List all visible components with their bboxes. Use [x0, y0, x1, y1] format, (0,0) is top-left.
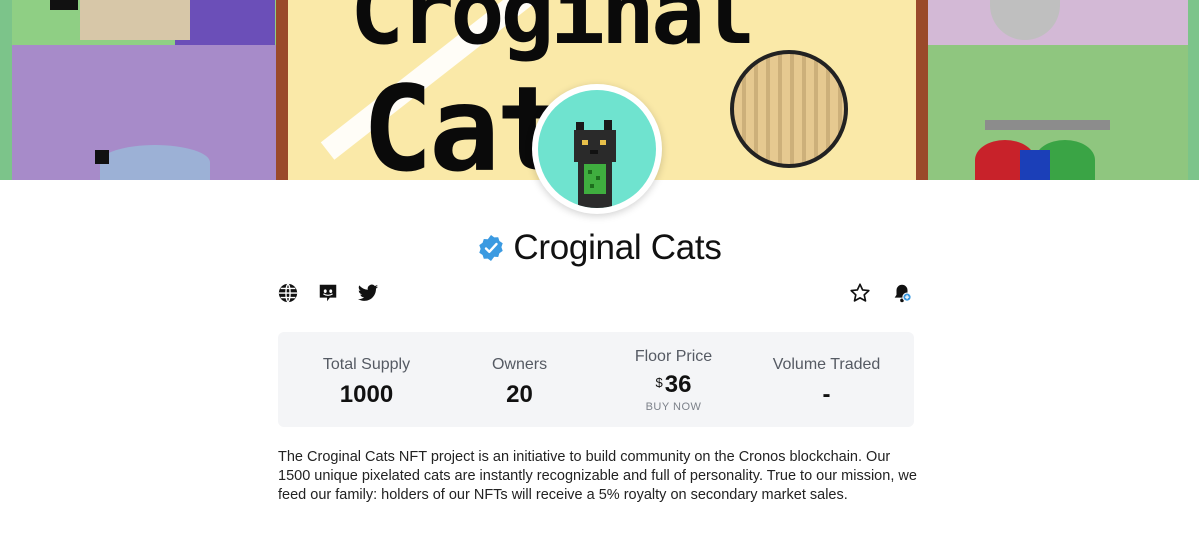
collection-avatar [532, 84, 662, 214]
currency-symbol: $ [655, 375, 663, 390]
collection-description: The Croginal Cats NFT project is an init… [278, 449, 917, 503]
twitter-icon[interactable] [357, 282, 379, 304]
discord-icon[interactable] [317, 282, 339, 304]
stat-owners: Owners 20 [440, 332, 599, 409]
buy-now-link[interactable]: BUY NOW [594, 401, 753, 413]
stat-label: Floor Price [634, 348, 713, 365]
stat-label: Owners [491, 356, 548, 373]
stat-floor-price: Floor Price $36 BUY NOW [594, 332, 753, 413]
globe-icon[interactable] [277, 282, 299, 304]
stat-value: - [822, 381, 831, 408]
stat-total-supply: Total Supply 1000 [287, 332, 446, 409]
stat-volume-traded: Volume Traded - [747, 332, 906, 409]
collection-title-row: Croginal Cats [0, 228, 1199, 268]
stat-value: 20 [506, 381, 533, 408]
verified-badge-icon [477, 234, 505, 262]
bell-icon[interactable] [891, 282, 913, 304]
stat-value: $36 [594, 371, 753, 399]
stat-value: 1000 [339, 381, 394, 408]
stat-label: Volume Traded [772, 356, 881, 373]
pixel-cat-avatar-image [574, 120, 616, 208]
yarn-ball-art [730, 50, 848, 168]
stat-label: Total Supply [322, 356, 411, 373]
banner-art-title: Croginal [350, 0, 755, 65]
star-icon[interactable] [849, 282, 871, 304]
collection-stats-panel: Total Supply 1000 Owners 20 Floor Price … [278, 332, 914, 427]
floor-price-amount: 36 [664, 371, 692, 398]
collection-name: Croginal Cats [513, 228, 722, 267]
